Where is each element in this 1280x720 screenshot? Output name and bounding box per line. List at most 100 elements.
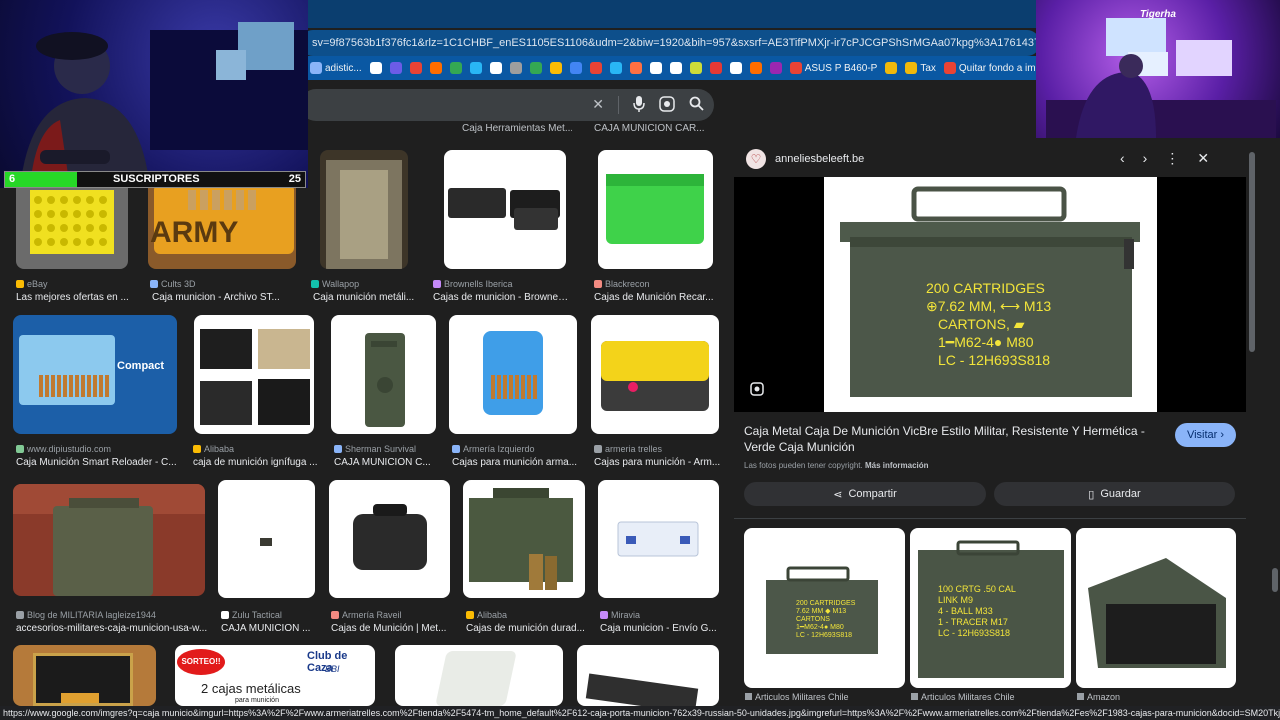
result-source[interactable]: Brownells Iberica	[433, 279, 565, 289]
site-name[interactable]: anneliesbeleeft.be	[775, 153, 864, 165]
result-title[interactable]: CAJA MUNICION C...	[334, 457, 453, 468]
result-source[interactable]: Blackrecon	[594, 279, 719, 289]
bookmark-item[interactable]	[709, 62, 722, 74]
result-thumbnail[interactable]: Compact	[13, 315, 177, 434]
result-source[interactable]: armeria trelles	[594, 444, 732, 454]
bookmark-item[interactable]	[589, 62, 602, 74]
bookmark-item[interactable]	[629, 62, 642, 74]
result-title[interactable]: Caja municion - Archivo ST...	[152, 292, 314, 303]
result-title[interactable]: Caja municion - Envío G...	[600, 623, 735, 634]
result-thumbnail[interactable]	[577, 645, 719, 706]
result-card[interactable]	[577, 645, 719, 706]
result-source[interactable]: Armería Raveil	[331, 610, 462, 620]
lens-icon[interactable]	[750, 382, 764, 399]
preview-image-frame[interactable]: 200 CARTRIDGES ⊕7.62 MM, ⟷ M13 CARTONS, ▰ 1…	[734, 177, 1246, 412]
save-button[interactable]: ▯ Guardar	[994, 482, 1235, 506]
bookmark-item[interactable]	[885, 62, 898, 74]
result-title[interactable]: Caja Munición Smart Reloader - C...	[16, 457, 194, 468]
related-source[interactable]: Amazon	[1077, 692, 1120, 702]
result-thumbnail[interactable]	[444, 150, 566, 269]
bookmark-item[interactable]	[489, 62, 502, 74]
result-source[interactable]: Cults 3D	[150, 279, 308, 289]
result-thumbnail[interactable]	[218, 480, 315, 598]
bookmark-item[interactable]	[729, 62, 742, 74]
bookmark-item[interactable]: Tax	[905, 62, 936, 74]
search-box[interactable]: ✕	[300, 89, 714, 121]
result-source[interactable]: Miravia	[600, 610, 731, 620]
result-title[interactable]: Caja munición metáli...	[313, 292, 415, 303]
bookmark-item[interactable]	[409, 62, 422, 74]
result-card[interactable]: SORTEO!! Club de Caza BBI 2 cajas metáli…	[175, 645, 375, 706]
result-source[interactable]: eBay	[16, 279, 138, 289]
result-thumbnail[interactable]: SORTEO!! Club de Caza BBI 2 cajas metáli…	[175, 645, 375, 706]
bookmark-item[interactable]	[749, 62, 762, 74]
result-thumbnail[interactable]	[463, 480, 585, 598]
result-title[interactable]: Las mejores ofertas en ...	[16, 292, 142, 303]
result-card[interactable]	[395, 645, 563, 706]
result-thumbnail[interactable]	[13, 645, 156, 706]
result-card[interactable]	[13, 645, 156, 706]
clear-icon[interactable]: ✕	[592, 96, 604, 115]
chevron-right-icon[interactable]: ›	[1143, 150, 1148, 167]
lens-icon[interactable]	[659, 96, 675, 115]
prev-row-title[interactable]: Caja Herramientas Met...	[462, 123, 572, 134]
more-vert-icon[interactable]: ⋮	[1165, 150, 1179, 167]
bookmark-item[interactable]	[769, 62, 782, 74]
result-title[interactable]: Cajas de municion - Brownells ...	[433, 292, 569, 303]
result-title[interactable]: accesorios-militares-caja-municion-usa-w…	[16, 623, 222, 634]
result-title[interactable]: Cajas de munición durad...	[466, 623, 602, 634]
bookmark-item[interactable]	[609, 62, 622, 74]
bookmark-item[interactable]	[469, 62, 482, 74]
more-info-link[interactable]: Más información	[865, 461, 929, 470]
result-thumbnail[interactable]	[598, 480, 719, 598]
related-image[interactable]	[1076, 528, 1236, 688]
prev-row-title[interactable]: CAJA MUNICION CAR...	[594, 123, 712, 134]
chevron-left-icon[interactable]: ‹	[1120, 150, 1125, 167]
result-thumbnail[interactable]	[331, 315, 436, 434]
mic-icon[interactable]	[633, 96, 645, 115]
bookmark-item[interactable]	[649, 62, 662, 74]
result-source[interactable]: Alibaba	[193, 444, 323, 454]
result-source[interactable]: Blog de MILITARIA lagleize1944	[16, 610, 218, 620]
result-title[interactable]: Caja Metal Caja De Munición VicBre Estil…	[744, 423, 1154, 455]
result-title[interactable]: Cajas para munición - Arm...	[594, 457, 736, 468]
related-source[interactable]: Articulos Militares Chile	[745, 692, 849, 702]
search-icon[interactable]	[689, 96, 704, 115]
result-thumbnail[interactable]	[194, 315, 314, 434]
bookmark-item[interactable]: ASUS P B460-P	[789, 62, 877, 74]
related-source[interactable]: Articulos Militares Chile	[911, 692, 1015, 702]
share-button[interactable]: ⋖ Compartir	[744, 482, 986, 506]
bookmark-item[interactable]	[549, 62, 562, 74]
result-source[interactable]: Armería Izquierdo	[452, 444, 590, 454]
bookmark-item[interactable]	[529, 62, 542, 74]
bookmark-item[interactable]	[449, 62, 462, 74]
result-source[interactable]: Alibaba	[466, 610, 598, 620]
bookmark-item[interactable]	[669, 62, 682, 74]
result-source[interactable]: www.dipiustudio.com	[16, 444, 190, 454]
result-thumbnail[interactable]	[591, 315, 719, 434]
address-bar[interactable]: sv=9f87563b1f376fc1&rlz=1C1CHBF_enES1105…	[300, 30, 1040, 56]
panel-scrollbar[interactable]	[1249, 152, 1255, 352]
page-scrollbar[interactable]	[1272, 568, 1278, 592]
bookmark-item[interactable]	[509, 62, 522, 74]
result-thumbnail[interactable]	[395, 645, 563, 706]
bookmark-item[interactable]	[569, 62, 582, 74]
close-icon[interactable]: ✕	[1197, 150, 1209, 167]
bookmark-item[interactable]	[369, 62, 382, 74]
related-image[interactable]: 200 CARTRIDGES 7.62 MM ◆ M13 CARTONS 1━M62-…	[744, 528, 905, 688]
bookmark-item[interactable]	[389, 62, 402, 74]
result-thumbnail[interactable]	[449, 315, 577, 434]
result-title[interactable]: Cajas de Munición | Met...	[331, 623, 466, 634]
result-thumbnail[interactable]	[13, 484, 205, 596]
bookmark-item[interactable]	[689, 62, 702, 74]
result-title[interactable]: Cajas de Munición Recar...	[594, 292, 723, 303]
result-title[interactable]: caja de munición ignífuga ...	[193, 457, 327, 468]
result-thumbnail[interactable]	[320, 150, 408, 269]
result-thumbnail[interactable]	[329, 480, 450, 598]
result-title[interactable]: Cajas para munición arma...	[452, 457, 594, 468]
result-source[interactable]: Sherman Survival	[334, 444, 449, 454]
result-source[interactable]: Wallapop	[311, 279, 409, 289]
result-source[interactable]: Zulu Tactical	[221, 610, 328, 620]
result-thumbnail[interactable]	[598, 150, 713, 269]
visit-button[interactable]: Visitar ›	[1175, 423, 1236, 447]
